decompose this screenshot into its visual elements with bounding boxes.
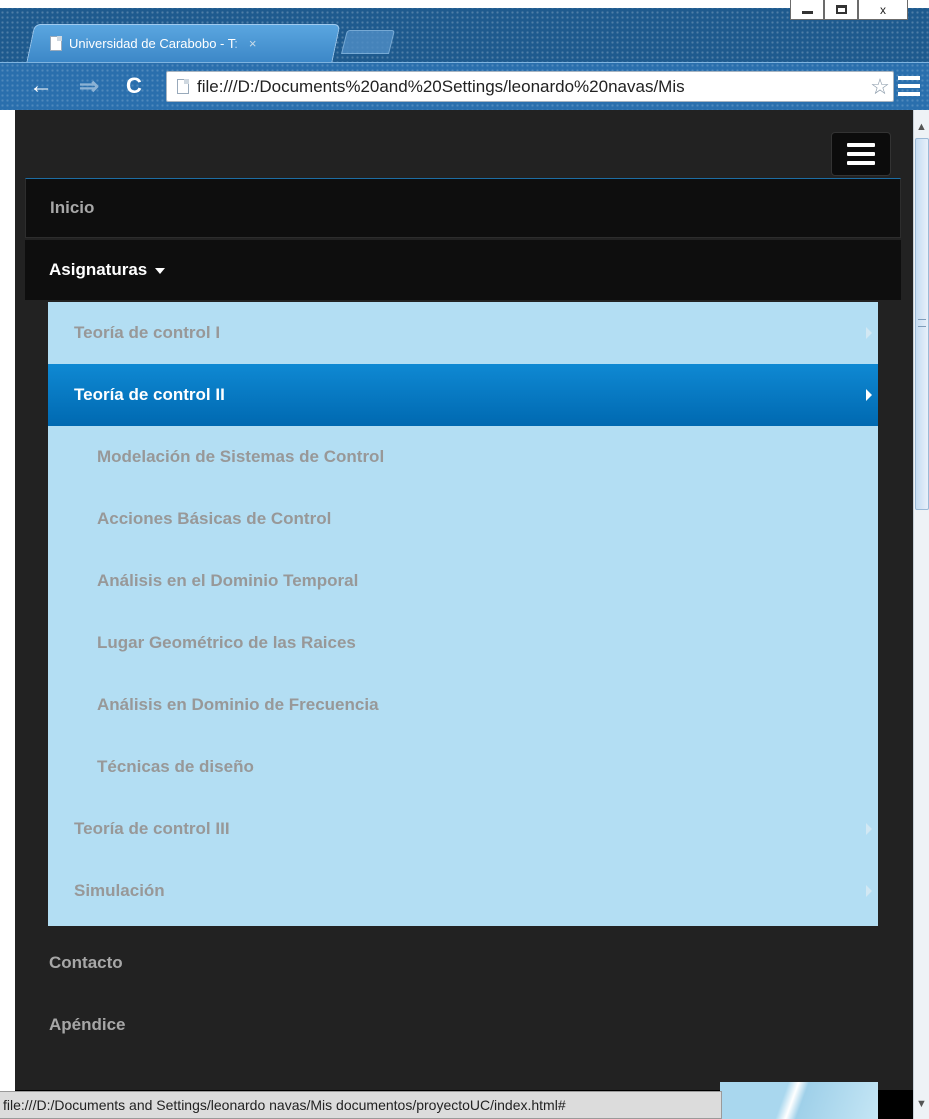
tab-title: Universidad de Carabobo - T:	[69, 36, 238, 51]
asignaturas-dropdown-menu: Teoría de control I Teoría de control II M…	[48, 302, 878, 926]
submenu-arrow-icon	[866, 885, 872, 897]
menu-bar-1	[898, 76, 920, 80]
status-bar-url: file:///D:/Documents and Settings/leonar…	[0, 1091, 722, 1119]
page-banner-fragment	[720, 1082, 878, 1119]
back-arrow-icon: ←	[29, 72, 53, 99]
forward-arrow-icon: ⇒	[78, 72, 100, 100]
forward-button[interactable]: ⇒	[76, 72, 102, 100]
maximize-icon	[835, 5, 847, 14]
dropdown-subitem[interactable]: Modelación de Sistemas de Control	[48, 426, 878, 488]
new-tab-button[interactable]	[341, 30, 395, 54]
dropdown-subitem[interactable]: Técnicas de diseño	[48, 736, 878, 798]
close-icon: x	[880, 2, 886, 17]
back-button[interactable]: ←	[28, 72, 54, 99]
dropdown-item-label: Teoría de control I	[74, 323, 221, 342]
navbar-toggle-button[interactable]	[831, 132, 891, 176]
page-viewport: Inicio Asignaturas Teoría de control I Te…	[15, 110, 913, 1119]
tab-title-text: Universidad de Carabobo - T	[69, 35, 235, 51]
dropdown-item[interactable]: Teoría de control I	[48, 302, 878, 364]
close-window-button[interactable]: x	[858, 0, 908, 20]
dropdown-item-label: Acciones Básicas de Control	[97, 509, 332, 528]
scroll-down-arrow-icon[interactable]: ▼	[914, 1095, 929, 1113]
scroll-up-arrow-icon[interactable]: ▲	[914, 118, 929, 136]
nav-item-asignaturas[interactable]: Asignaturas	[25, 240, 901, 300]
scrollbar-grip-icon	[918, 319, 926, 327]
dropdown-item[interactable]: Teoría de control III	[48, 798, 878, 860]
nav-item-label: Inicio	[50, 198, 95, 217]
maximize-button[interactable]	[824, 0, 858, 20]
dropdown-item[interactable]: Simulación	[48, 860, 878, 922]
bookmark-star-icon[interactable]: ☆	[867, 74, 893, 100]
dropdown-item-label: Teoría de control II	[74, 385, 225, 404]
reload-button[interactable]: C	[121, 73, 147, 99]
dropdown-subitem[interactable]: Análisis en Dominio de Frecuencia	[48, 674, 878, 736]
submenu-arrow-icon	[866, 823, 872, 835]
nav-item-inicio[interactable]: Inicio	[25, 178, 901, 238]
page-icon	[177, 79, 189, 94]
url-text[interactable]: file:///D:/Documents%20and%20Settings/le…	[197, 77, 867, 97]
minimize-button[interactable]	[790, 0, 824, 20]
nav-item-label: Apéndice	[49, 1015, 126, 1034]
dropdown-item-label: Análisis en el Dominio Temporal	[97, 571, 359, 590]
vertical-scrollbar[interactable]: ▲ ▼	[913, 110, 929, 1119]
hamburger-bar-3	[847, 161, 875, 165]
menu-bar-3	[898, 92, 920, 96]
dropdown-item-label: Teoría de control III	[74, 819, 230, 838]
dropdown-item-label: Lugar Geométrico de las Raices	[97, 633, 356, 652]
submenu-arrow-icon	[866, 389, 872, 401]
tab-title-fade: :	[234, 35, 238, 51]
reload-icon: C	[126, 73, 142, 98]
browser-toolbar: ← ⇒ C file:///D:/Documents%20and%20Setti…	[0, 62, 929, 110]
dropdown-item-label: Técnicas de diseño	[97, 757, 254, 776]
dropdown-subitem[interactable]: Lugar Geométrico de las Raices	[48, 612, 878, 674]
window-controls: x	[790, 0, 929, 20]
scrollbar-thumb[interactable]	[915, 138, 929, 510]
site-navbar: Inicio Asignaturas Teoría de control I Te…	[15, 110, 913, 1090]
browser-title-bar: x Universidad de Carabobo - T: ×	[0, 0, 929, 64]
minimize-icon	[801, 11, 813, 14]
nav-item-apendice[interactable]: Apéndice	[25, 994, 901, 1056]
dropdown-item-label: Simulación	[74, 881, 165, 900]
nav-item-label: Asignaturas	[49, 260, 148, 279]
dropdown-subitem[interactable]: Análisis en el Dominio Temporal	[48, 550, 878, 612]
dropdown-subitem[interactable]: Acciones Básicas de Control	[48, 488, 878, 550]
browser-menu-button[interactable]	[898, 76, 920, 96]
menu-bar-2	[898, 84, 920, 88]
browser-tab-content[interactable]: Universidad de Carabobo - T: ×	[50, 28, 256, 58]
tab-close-icon[interactable]: ×	[249, 36, 257, 51]
page-icon	[50, 35, 62, 51]
submenu-arrow-icon	[866, 327, 872, 339]
caret-down-icon	[155, 268, 166, 274]
nav-item-label: Contacto	[49, 953, 123, 972]
browser-window: x Universidad de Carabobo - T: × ← ⇒ C f…	[0, 0, 929, 1119]
address-bar[interactable]: file:///D:/Documents%20and%20Settings/le…	[166, 71, 894, 102]
hamburger-bar-2	[847, 152, 875, 156]
nav-item-contacto[interactable]: Contacto	[25, 932, 901, 994]
dropdown-item[interactable]: Teoría de control II	[48, 364, 878, 426]
dropdown-item-label: Modelación de Sistemas de Control	[97, 447, 385, 466]
dropdown-item-label: Análisis en Dominio de Frecuencia	[97, 695, 379, 714]
hamburger-bar-1	[847, 143, 875, 147]
